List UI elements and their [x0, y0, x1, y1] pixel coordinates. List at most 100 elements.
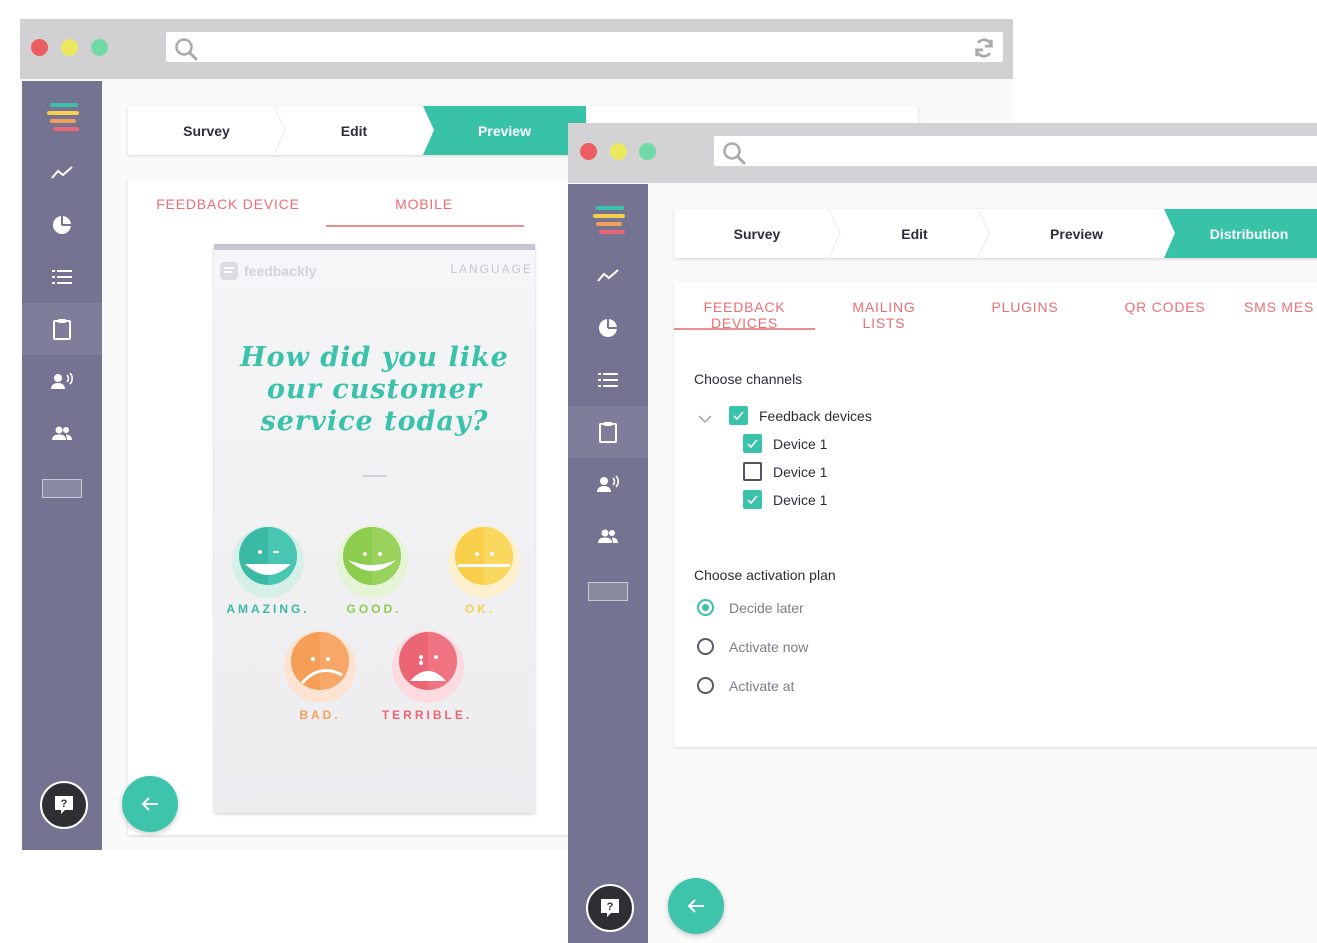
step-preview[interactable]: Preview [989, 209, 1164, 258]
help-button[interactable]: ? [40, 781, 88, 829]
ok-face-icon [448, 526, 520, 598]
choose-channels-title: Choose channels [694, 371, 803, 387]
close-window-button[interactable] [31, 39, 48, 56]
app-sidebar: ? [568, 184, 648, 943]
list-icon[interactable] [568, 354, 648, 406]
front-browser-window: ? Survey Edit Preview Distribution FEEDB… [568, 123, 1317, 943]
distribution-card: FEEDBACK DEVICES MAILING LISTS PLUGINS Q… [674, 282, 1317, 747]
arrow-left-icon [687, 899, 704, 913]
activate-at-radio[interactable] [697, 677, 714, 694]
chevron-down-icon[interactable] [698, 411, 712, 429]
bad-emoji-button[interactable] [282, 625, 362, 710]
choose-activation-title: Choose activation plan [694, 567, 836, 583]
check-icon [733, 411, 744, 421]
brand-icon [220, 262, 238, 280]
help-button[interactable]: ? [586, 884, 634, 932]
amazing-emoji-button[interactable] [230, 520, 310, 605]
good-label: GOOD. [346, 602, 402, 616]
ok-label: OK. [464, 602, 496, 616]
good-emoji-button[interactable] [334, 520, 414, 605]
distribution-content: Survey Edit Preview Distribution FEEDBAC… [648, 184, 1317, 943]
tab-feedback-devices[interactable]: FEEDBACK DEVICES [674, 299, 815, 331]
step-distribution[interactable]: Distribution [1164, 209, 1317, 258]
step-survey[interactable]: Survey [128, 106, 286, 155]
pie-chart-icon[interactable] [22, 199, 102, 251]
terrible-emoji-button[interactable] [390, 625, 470, 710]
activate-now-radio[interactable] [697, 638, 714, 655]
device-checkbox[interactable] [743, 490, 762, 509]
check-icon [747, 439, 758, 449]
step-survey[interactable]: Survey [674, 209, 841, 258]
question-divider [362, 475, 387, 477]
address-bar[interactable] [714, 136, 1317, 166]
image-placeholder [42, 479, 82, 498]
terrible-face-icon [392, 631, 464, 703]
device-checkbox[interactable] [743, 434, 762, 453]
brand-logo: feedbackly [220, 262, 316, 280]
decide-later-label: Decide later [729, 600, 804, 616]
bad-face-icon [284, 631, 356, 703]
activate-at-label: Activate at [729, 678, 795, 694]
chat-help-icon: ? [55, 796, 73, 814]
good-face-icon [336, 526, 408, 598]
minimize-window-button[interactable] [61, 39, 78, 56]
tab-qr-codes[interactable]: QR CODES [1124, 299, 1206, 315]
analytics-icon[interactable] [568, 250, 648, 302]
pie-chart-icon[interactable] [568, 302, 648, 354]
step-edit[interactable]: Edit [840, 209, 990, 258]
activate-now-label: Activate now [729, 639, 809, 655]
device-label: Device 1 [773, 464, 828, 480]
amazing-face-icon [232, 526, 304, 598]
device-label: Device 1 [773, 492, 828, 508]
speaker-icon[interactable] [568, 458, 648, 510]
device-checkbox[interactable] [743, 462, 762, 481]
arrow-left-icon [141, 797, 158, 811]
feedback-devices-label: Feedback devices [759, 408, 872, 424]
users-icon[interactable] [22, 407, 102, 459]
ok-emoji-button[interactable] [446, 520, 526, 605]
mobile-preview: feedbackly LANGUAGE How did you like our… [214, 244, 535, 813]
active-tab-indicator [326, 225, 524, 227]
tab-mailing-lists[interactable]: MAILING LISTS [830, 299, 938, 331]
language-selector[interactable]: LANGUAGE [450, 262, 533, 276]
clipboard-icon[interactable] [568, 406, 648, 458]
app-sidebar: ? [22, 81, 102, 850]
users-icon[interactable] [568, 510, 648, 562]
step-preview[interactable]: Preview [423, 106, 586, 155]
minimize-window-button[interactable] [610, 143, 627, 160]
back-fab-button[interactable] [122, 776, 178, 832]
logo-icon[interactable] [593, 206, 627, 239]
step-nav: Survey Edit Preview Distribution [674, 209, 1317, 258]
clipboard-icon[interactable] [22, 303, 102, 355]
browser-titlebar [20, 19, 1013, 79]
feedback-devices-checkbox[interactable] [729, 406, 748, 425]
survey-question: How did you like our customer service to… [240, 342, 509, 437]
close-window-button[interactable] [580, 143, 597, 160]
brand-name: feedbackly [244, 263, 317, 279]
preview-card: FEEDBACK DEVICE MOBILE feedbackly LANGUA… [128, 179, 598, 835]
list-icon[interactable] [22, 251, 102, 303]
browser-titlebar [568, 123, 1317, 183]
maximize-window-button[interactable] [639, 143, 656, 160]
logo-icon[interactable] [47, 103, 81, 136]
chat-help-icon: ? [601, 899, 619, 917]
amazing-label: AMAZING. [226, 602, 310, 616]
svg-text:?: ? [61, 798, 68, 810]
analytics-icon[interactable] [22, 147, 102, 199]
back-fab-button[interactable] [668, 878, 724, 934]
maximize-window-button[interactable] [91, 39, 108, 56]
tab-mobile[interactable]: MOBILE [326, 196, 522, 212]
decide-later-radio[interactable] [697, 599, 714, 616]
bad-label: BAD. [299, 708, 341, 722]
tab-feedback-device[interactable]: FEEDBACK DEVICE [148, 196, 308, 212]
active-tab-indicator [674, 328, 815, 330]
terrible-label: TERRIBLE. [381, 708, 473, 722]
address-bar[interactable] [166, 32, 1003, 62]
device-label: Device 1 [773, 436, 828, 452]
tab-plugins[interactable]: PLUGINS [984, 299, 1066, 315]
tab-sms-messages[interactable]: SMS MES [1244, 299, 1317, 315]
reload-icon[interactable] [973, 37, 995, 64]
speaker-icon[interactable] [22, 355, 102, 407]
step-edit[interactable]: Edit [285, 106, 423, 155]
check-icon [747, 495, 758, 505]
